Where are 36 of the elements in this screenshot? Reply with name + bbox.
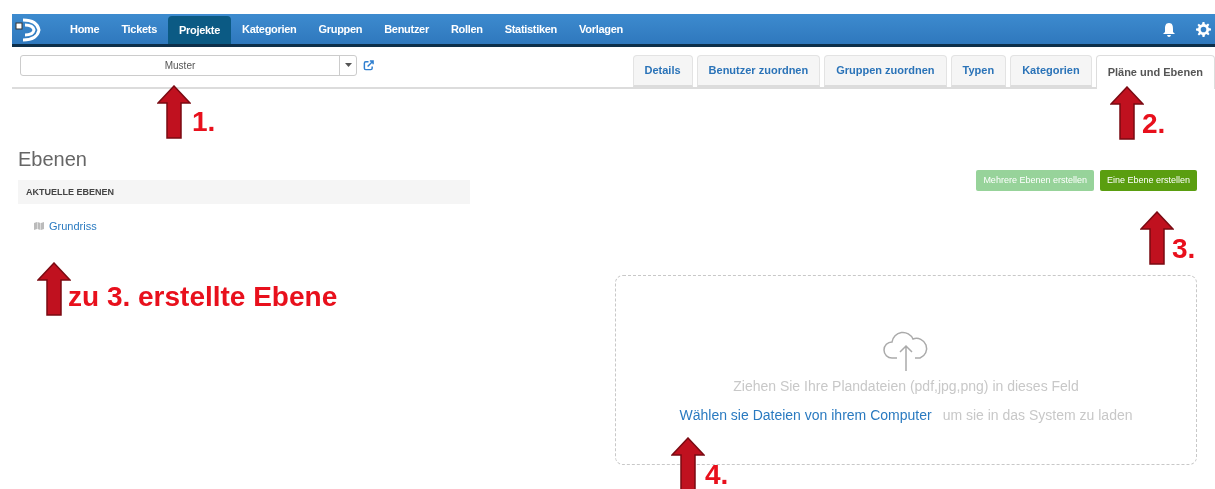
- choose-files-link[interactable]: Wählen sie Dateien von ihrem Computer: [679, 405, 932, 426]
- nav-item[interactable]: Rollen: [439, 14, 494, 44]
- nav-item[interactable]: Vorlagen: [568, 14, 634, 44]
- nav-item[interactable]: Benutzer: [373, 14, 440, 44]
- tab[interactable]: Pläne und Ebenen: [1095, 55, 1215, 89]
- annotation-label: 2.: [1142, 108, 1166, 140]
- tab[interactable]: Benutzer zuordnen: [696, 55, 821, 87]
- settings-icon[interactable]: [1196, 21, 1211, 37]
- create-button[interactable]: Eine Ebene erstellen: [1099, 170, 1197, 191]
- select-value: Muster: [163, 58, 197, 73]
- map-icon: [34, 222, 44, 231]
- tab[interactable]: Kategorien: [1010, 55, 1092, 87]
- nav-item[interactable]: Tickets: [110, 14, 168, 44]
- annotation-arrow: [37, 262, 71, 316]
- tab[interactable]: Typen: [950, 55, 1007, 87]
- annotation-label: zu 3. erstellte Ebene: [68, 281, 338, 313]
- annotation-arrow: [157, 85, 191, 139]
- external-link-icon[interactable]: [363, 59, 374, 71]
- nav-item[interactable]: Projekte: [168, 16, 231, 44]
- annotation-arrow: [1140, 211, 1174, 265]
- project-select[interactable]: Muster: [20, 54, 357, 76]
- nav-item[interactable]: Home: [59, 14, 111, 44]
- annotation-arrow: [671, 437, 705, 489]
- annotation-arrow: [1110, 86, 1144, 140]
- annotation-label: 3.: [1172, 233, 1196, 265]
- tab[interactable]: Details: [632, 55, 693, 87]
- tab[interactable]: Gruppen zuordnen: [824, 55, 947, 87]
- caret-icon: [344, 63, 352, 67]
- annotation-label: 1.: [192, 106, 216, 138]
- layer-link[interactable]: Grundriss: [49, 218, 97, 235]
- nav-item[interactable]: Kategorien: [231, 14, 308, 44]
- nav-item[interactable]: Statistiken: [493, 14, 569, 44]
- notification-bell-icon[interactable]: [1162, 21, 1176, 37]
- section-title: Ebenen: [18, 147, 88, 171]
- nav-item[interactable]: Gruppen: [307, 14, 374, 44]
- list-header: AKTUELLE EBENEN: [18, 180, 470, 204]
